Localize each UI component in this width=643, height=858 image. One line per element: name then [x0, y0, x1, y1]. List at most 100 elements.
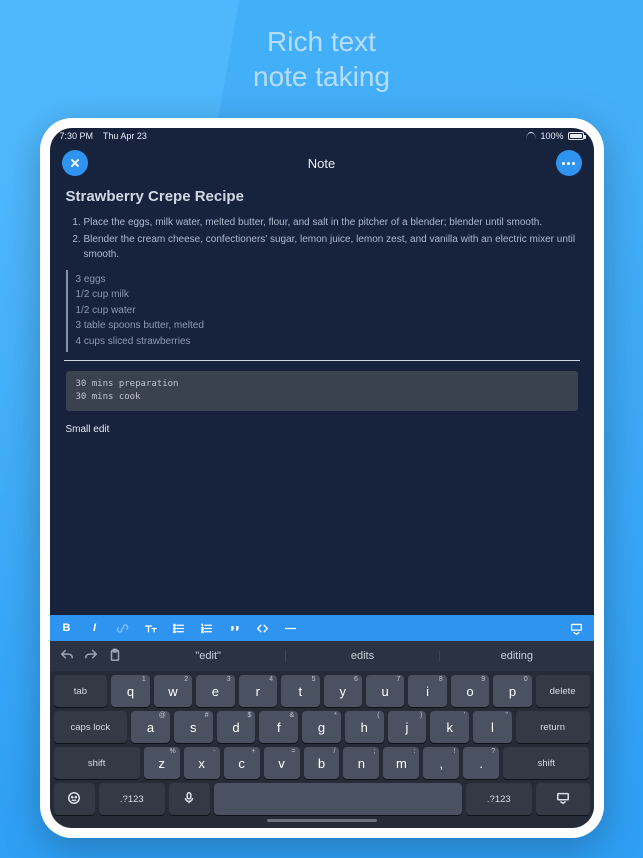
redo-button[interactable] — [84, 648, 98, 665]
key-f[interactable]: f& — [259, 711, 298, 743]
bullet-list-button[interactable] — [172, 615, 186, 641]
close-icon — [69, 157, 81, 169]
note-title: Strawberry Crepe Recipe — [66, 186, 578, 208]
mic-icon — [182, 791, 196, 805]
keyboard-icon — [556, 791, 570, 805]
status-bar: 7:30 PM Thu Apr 23 100% — [50, 128, 594, 144]
italic-button[interactable]: I — [88, 615, 102, 641]
link-icon — [116, 622, 129, 635]
suggestion-bar: "edit" edits editing — [50, 641, 594, 671]
key-hide-keyboard[interactable] — [536, 783, 590, 815]
key-l[interactable]: l" — [473, 711, 512, 743]
screen: 7:30 PM Thu Apr 23 100% Note Strawberry … — [50, 128, 594, 828]
ipad-frame: 7:30 PM Thu Apr 23 100% Note Strawberry … — [40, 118, 604, 838]
ingredient: 4 cups sliced strawberries — [76, 334, 578, 350]
trailing-text: Small edit — [66, 423, 578, 438]
header-title: Note — [88, 156, 556, 171]
key-emoji[interactable] — [54, 783, 95, 815]
key-y[interactable]: y6 — [324, 675, 362, 707]
key-r[interactable]: r4 — [239, 675, 277, 707]
key-return[interactable]: return — [516, 711, 590, 743]
key-m[interactable]: m: — [383, 747, 419, 779]
note-body[interactable]: Strawberry Crepe Recipe Place the eggs, … — [50, 186, 594, 615]
key-h[interactable]: h( — [345, 711, 384, 743]
key-s[interactable]: s# — [174, 711, 213, 743]
ingredient: 1/2 cup water — [76, 303, 578, 319]
keyboard: tabq1w2e3r4t5y6u7i8o9p0delete caps locka… — [50, 671, 594, 828]
key-symbols-right[interactable]: .?123 — [466, 783, 532, 815]
marketing-line-2: note taking — [0, 59, 643, 94]
key-u[interactable]: u7 — [366, 675, 404, 707]
key-symbols-left[interactable]: .?123 — [99, 783, 165, 815]
emoji-icon — [67, 791, 81, 805]
key-dictation[interactable] — [169, 783, 210, 815]
status-right: 100% — [526, 131, 583, 141]
clipboard-button[interactable] — [108, 648, 122, 665]
key-b[interactable]: b/ — [304, 747, 340, 779]
marketing-headline: Rich text note taking — [0, 0, 643, 94]
ingredients-block: 3 eggs 1/2 cup milk 1/2 cup water 3 tabl… — [66, 270, 578, 352]
key-z[interactable]: z% — [144, 747, 180, 779]
key-v[interactable]: v= — [264, 747, 300, 779]
undo-icon — [60, 648, 74, 662]
key-w[interactable]: w2 — [154, 675, 192, 707]
key-j[interactable]: j) — [388, 711, 427, 743]
code-block: 30 mins preparation 30 mins cook — [66, 371, 578, 411]
key-tab[interactable]: tab — [54, 675, 108, 707]
key-n[interactable]: n; — [343, 747, 379, 779]
quote-button[interactable] — [228, 615, 242, 641]
note-header: Note — [50, 144, 594, 186]
key-e[interactable]: e3 — [196, 675, 234, 707]
key-o[interactable]: o9 — [451, 675, 489, 707]
key-i[interactable]: i8 — [408, 675, 446, 707]
key-k[interactable]: k' — [430, 711, 469, 743]
key-g[interactable]: g* — [302, 711, 341, 743]
key-q[interactable]: q1 — [111, 675, 149, 707]
status-left: 7:30 PM Thu Apr 23 — [60, 131, 147, 141]
key-p[interactable]: p0 — [493, 675, 531, 707]
key-c[interactable]: c+ — [224, 747, 260, 779]
suggestion[interactable]: editing — [439, 650, 593, 662]
key-x[interactable]: x- — [184, 747, 220, 779]
wifi-icon — [526, 132, 536, 140]
text-size-button[interactable] — [144, 615, 158, 641]
step-item: Place the eggs, milk water, melted butte… — [84, 216, 578, 231]
redo-icon — [84, 648, 98, 662]
hide-keyboard-button[interactable] — [570, 615, 584, 641]
key-space[interactable] — [214, 783, 462, 815]
home-indicator — [267, 819, 377, 822]
marketing-line-1: Rich text — [0, 24, 643, 59]
key-capslock[interactable]: caps lock — [54, 711, 128, 743]
ingredient: 1/2 cup milk — [76, 288, 578, 304]
code-button[interactable] — [256, 615, 270, 641]
key-shift-left[interactable]: shift — [54, 747, 140, 779]
keyboard-hide-icon — [570, 622, 583, 635]
key-d[interactable]: d$ — [217, 711, 256, 743]
key-t[interactable]: t5 — [281, 675, 319, 707]
suggestion[interactable]: "edit" — [132, 650, 285, 662]
link-button[interactable] — [116, 615, 130, 641]
clipboard-icon — [108, 648, 122, 662]
bold-button[interactable]: B — [60, 615, 74, 641]
key-shift-right[interactable]: shift — [503, 747, 589, 779]
key-a[interactable]: a@ — [131, 711, 170, 743]
hr-button[interactable] — [284, 615, 298, 641]
ingredient: 3 table spoons butter, melted — [76, 319, 578, 335]
hr-icon — [284, 622, 297, 635]
quote-icon — [228, 622, 241, 635]
key-delete[interactable]: delete — [536, 675, 590, 707]
key-.[interactable]: .? — [463, 747, 499, 779]
undo-button[interactable] — [60, 648, 74, 665]
numbered-list-button[interactable] — [200, 615, 214, 641]
step-item: Blender the cream cheese, confectioners'… — [84, 233, 578, 262]
battery-percent: 100% — [540, 131, 563, 141]
note-steps: Place the eggs, milk water, melted butte… — [66, 216, 578, 263]
status-time: 7:30 PM — [60, 131, 94, 141]
close-button[interactable] — [62, 150, 88, 176]
more-button[interactable] — [556, 150, 582, 176]
key-,[interactable]: ,! — [423, 747, 459, 779]
suggestion[interactable]: edits — [285, 650, 439, 662]
more-icon — [562, 162, 575, 165]
text-size-icon — [144, 622, 157, 635]
battery-icon — [568, 132, 584, 140]
